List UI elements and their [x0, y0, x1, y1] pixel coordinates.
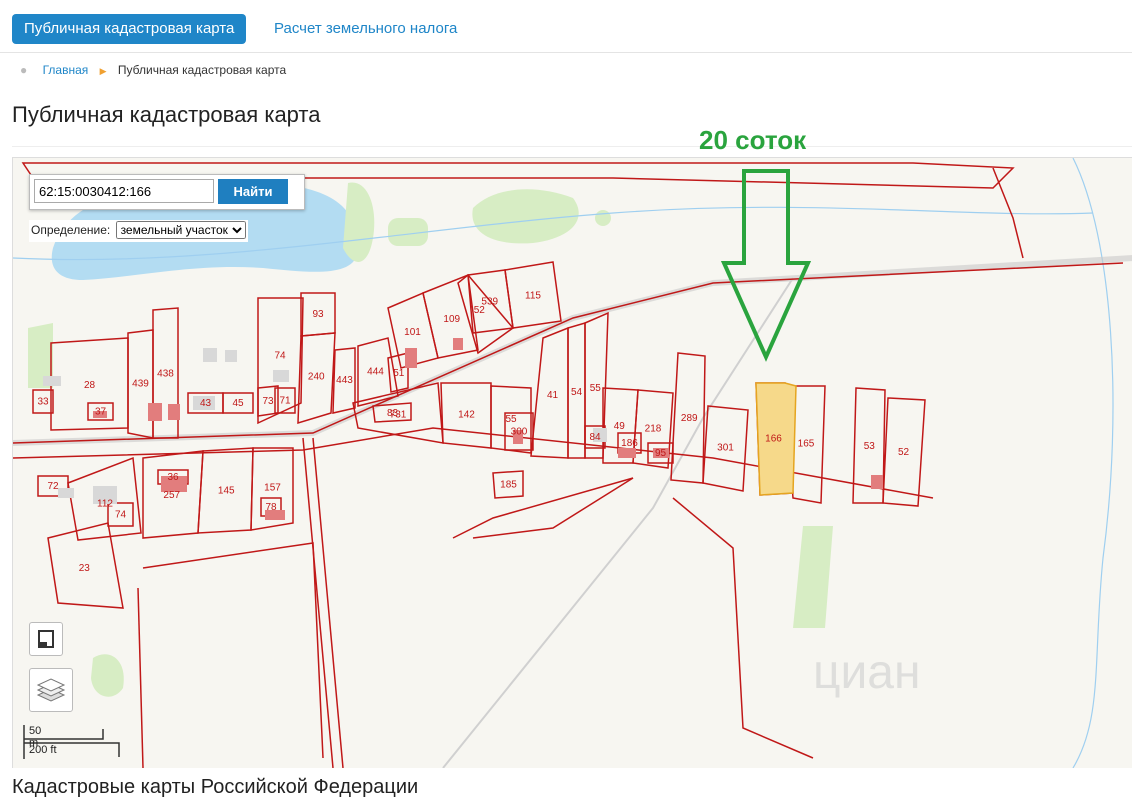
parcel-label: 51 — [393, 368, 405, 379]
parcel-label: 28 — [84, 380, 96, 391]
breadcrumb-home-link[interactable]: Главная — [43, 63, 89, 77]
parcel-label: 289 — [681, 413, 698, 424]
annotation-label: 20 соток — [699, 125, 807, 155]
divider — [12, 146, 1132, 147]
parcel-label: 185 — [500, 480, 517, 491]
parcel-label: 142 — [458, 409, 475, 420]
layers-icon — [36, 678, 66, 702]
green-area — [91, 654, 124, 697]
location-pin-icon: ● — [20, 63, 28, 77]
parcel-label: 166 — [765, 434, 782, 445]
parcel-label: 23 — [79, 563, 91, 574]
parcel-label: 115 — [525, 290, 541, 301]
parcel-label: 257 — [163, 490, 180, 501]
parcel-label: 443 — [336, 375, 353, 386]
parcel-label: 49 — [614, 421, 626, 432]
green-area — [472, 189, 579, 244]
parcel-label: 444 — [367, 367, 384, 378]
tab-land-tax[interactable]: Расчет земельного налога — [274, 14, 457, 44]
scale-imperial: 200 ft — [29, 744, 57, 756]
parcel-label: 157 — [264, 482, 281, 493]
parcel-label: 41 — [547, 390, 559, 401]
parcel-label: 145 — [218, 486, 235, 497]
page-title: Публичная кадастровая карта — [12, 102, 321, 127]
parcel-label: 93 — [312, 309, 324, 320]
road — [13, 255, 1132, 446]
map-mode-button[interactable] — [29, 622, 63, 656]
parcel-label: 43 — [200, 398, 212, 409]
breadcrumb-separator-icon: ▶ — [99, 66, 107, 76]
frame-icon — [38, 630, 54, 648]
parcel-label: 74 — [274, 351, 286, 362]
cadastral-map[interactable]: 539 115 52 109 101 93 74 240 443 444 51 439 438 28 37 3… — [12, 157, 1132, 768]
parcel-label: 109 — [443, 314, 460, 325]
parcel-label: 186 — [621, 438, 638, 449]
definition-row: Определение: земельный участок — [29, 220, 248, 242]
parcel-label: 165 — [798, 438, 815, 449]
parcel-label: 37 — [95, 407, 107, 418]
parcel-label: 71 — [279, 396, 291, 407]
parcel-label: 53 — [864, 441, 876, 452]
parcel-label: 301 — [717, 443, 734, 454]
parcel-label: 52 — [474, 305, 486, 316]
green-area — [595, 210, 611, 226]
parcel-label: 78 — [265, 502, 277, 513]
parcel-label: 52 — [898, 447, 910, 458]
map-canvas[interactable]: 539115521091019374240 443444 5143943828373… — [13, 158, 1132, 768]
parcel-label: 439 — [132, 379, 149, 390]
definition-select[interactable]: земельный участок — [115, 221, 246, 239]
watermark: циан — [813, 646, 921, 699]
parcel-label: 45 — [232, 398, 244, 409]
arrow-down-icon — [720, 169, 812, 362]
green-area — [793, 526, 833, 628]
search-panel: Найти — [29, 174, 305, 210]
parcel-label: 33 — [37, 397, 49, 408]
parcel-label: 72 — [47, 481, 59, 492]
layers-button[interactable] — [29, 668, 73, 712]
parcel-label: 95 — [655, 448, 667, 459]
tab-bar: Публичная кадастровая карта Расчет земел… — [0, 0, 1132, 53]
parcel-52[interactable] — [457, 273, 515, 355]
find-button[interactable]: Найти — [218, 179, 288, 204]
breadcrumb-current: Публичная кадастровая карта — [117, 63, 287, 77]
parcel-label: 218 — [645, 424, 662, 435]
stream — [1072, 158, 1114, 768]
parcel-label: 84 — [589, 432, 601, 443]
parcel-label: 73 — [262, 396, 274, 407]
parcel-label: 112 — [97, 499, 113, 510]
parcel-label: 74 — [115, 510, 127, 521]
tab-cadastral-map[interactable]: Публичная кадастровая карта — [12, 14, 247, 44]
parcel-label: 83 — [387, 408, 399, 419]
parcel-label: 55 — [590, 383, 602, 394]
parcel-label: 101 — [404, 327, 421, 338]
parcel-label: 54 — [571, 387, 583, 398]
parcel-label: 300 — [511, 427, 528, 438]
green-area — [343, 182, 375, 262]
parcel-label: 36 — [167, 472, 179, 483]
cadastral-number-input[interactable] — [34, 179, 214, 203]
parcel-label: 438 — [157, 369, 174, 380]
parcel-label: 240 — [308, 371, 325, 382]
breadcrumb: ● Главная ▶ Публичная кадастровая карта — [20, 63, 286, 77]
definition-label: Определение: — [31, 223, 111, 237]
parcel-label: 55 — [505, 414, 517, 425]
